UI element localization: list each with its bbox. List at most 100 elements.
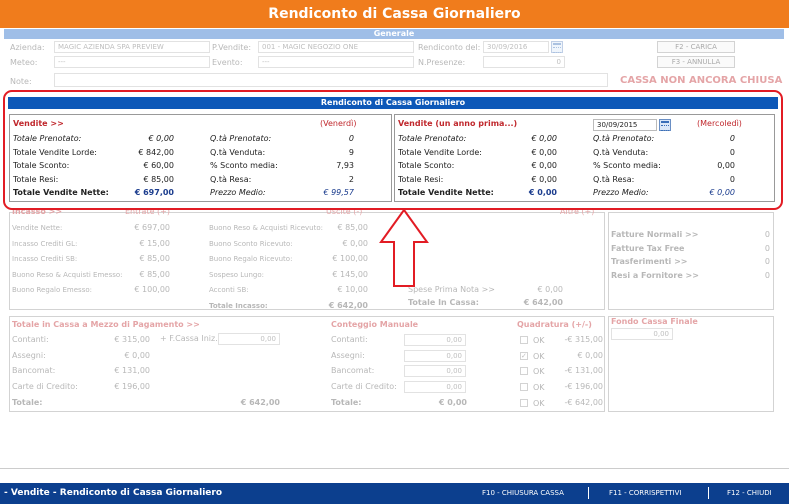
ok-checkbox[interactable] — [520, 399, 528, 407]
payment-label: Bancomat: — [12, 366, 56, 375]
document-count: 0 — [764, 243, 770, 253]
rendiconto-date-input[interactable]: 30/09/2016 — [483, 41, 549, 53]
cassa-status: CASSA NON ANCORA CHIUSA — [620, 75, 783, 86]
fondo-input[interactable]: 0,00 — [611, 328, 673, 340]
document-link[interactable]: Fatture Tax Free — [611, 243, 684, 255]
incasso-label: Totale Incasso: — [209, 301, 268, 310]
sales-row-label: Totale Vendite Nette: — [13, 188, 109, 197]
sales-row-label2: % Sconto media: — [210, 161, 278, 170]
payment-value: € 315,00 — [114, 335, 150, 344]
payment-label: Contanti: — [12, 335, 49, 344]
diff-value: -€ 131,00 — [564, 366, 603, 375]
fcassa-input[interactable]: 0,00 — [218, 333, 280, 345]
document-link[interactable]: Resi a Fornitore >> — [611, 270, 699, 282]
ok-label: OK — [533, 336, 545, 345]
sales-row-label: Totale Sconto: — [398, 161, 455, 170]
ok-checkbox[interactable] — [520, 382, 528, 391]
incasso-value: € 145,00 — [332, 269, 368, 279]
sales-row-value: € 0,00 — [531, 147, 557, 157]
sales-row-value2: 2 — [348, 174, 354, 184]
altre-header: Altre (+) — [560, 207, 595, 216]
sales-row-value: € 842,00 — [138, 147, 174, 157]
vendite-title[interactable]: Vendite >> — [13, 118, 64, 130]
up-arrow-icon — [379, 208, 429, 287]
carica-button[interactable]: F2 - CARICA — [657, 41, 735, 53]
sales-row-label2: % Sconto media: — [593, 161, 661, 170]
pvendite-label: P.Vendite: — [212, 43, 252, 52]
incasso-label: Buono Regalo Emesso: — [12, 286, 92, 294]
prev-date-input[interactable]: 30/09/2015 — [593, 119, 657, 131]
incasso-label: Incasso Crediti SB: — [12, 255, 78, 263]
sales-row-value: € 0,00 — [531, 161, 557, 170]
sales-row-value: € 85,00 — [143, 174, 174, 184]
manual-label: Assegni: — [331, 350, 365, 360]
calendar-icon[interactable] — [551, 41, 563, 53]
payment-label: Assegni: — [12, 350, 46, 360]
annulla-button[interactable]: F3 - ANNULLA — [657, 56, 735, 68]
ok-checkbox[interactable] — [520, 367, 528, 375]
manual-label: Carte di Credito: — [331, 381, 397, 391]
evento-select[interactable]: --- — [258, 56, 414, 68]
ok-label: OK — [533, 351, 545, 361]
azienda-select[interactable]: MAGIC AZIENDA SPA PREVIEW — [54, 41, 210, 53]
incasso-label: Acconti SB: — [209, 286, 249, 294]
ok-label: OK — [533, 399, 545, 408]
incasso-value: € 642,00 — [328, 300, 368, 310]
quadratura-header: Quadratura (+/-) — [517, 320, 592, 329]
evento-label: Evento: — [212, 58, 243, 67]
sales-row-value: € 0,00 — [531, 134, 557, 143]
incasso-value: € 697,00 — [134, 223, 170, 232]
document-link[interactable]: Fatture Normali >> — [611, 229, 698, 241]
sales-row-label2: Q.tà Resa: — [593, 174, 635, 184]
npresenze-input[interactable]: 0 — [483, 56, 565, 68]
incasso-value: € 100,00 — [332, 254, 368, 263]
manual-input[interactable]: 0,00 — [404, 365, 466, 377]
sales-row-value2: 0,00 — [717, 161, 735, 170]
incasso-value: € 10,00 — [337, 285, 368, 294]
meteo-select[interactable]: --- — [54, 56, 210, 68]
incasso-value: € 85,00 — [337, 223, 368, 232]
incasso-value: € 100,00 — [134, 285, 170, 294]
sales-row-value2: 9 — [348, 147, 354, 157]
pvendite-select[interactable]: 001 - MAGIC NEGOZIO ONE — [258, 41, 414, 53]
chiudi-button[interactable]: F12 - CHIUDI — [727, 489, 772, 497]
ok-checkbox[interactable] — [520, 336, 528, 344]
incasso-value: € 0,00 — [342, 238, 368, 248]
azienda-label: Azienda: — [10, 43, 45, 52]
meteo-label: Meteo: — [10, 58, 38, 67]
diff-value: -€ 315,00 — [564, 335, 603, 344]
manual-input[interactable]: 0,00 — [404, 349, 466, 362]
page-title: Rendiconto di Cassa Giornaliero — [0, 0, 789, 28]
bottom-bar: - Vendite - Rendiconto di Cassa Giornali… — [0, 483, 789, 504]
diff-value: € 0,00 — [577, 350, 603, 360]
sales-row-label: Totale Prenotato: — [398, 134, 467, 143]
payment-value: € 0,00 — [124, 350, 150, 360]
note-label: Note: — [10, 77, 32, 86]
manual-input[interactable]: 0,00 — [404, 334, 466, 346]
payment-value: € 131,00 — [114, 366, 150, 375]
fcassa-label: + F.Cassa Iniz.: — [160, 334, 221, 343]
vendite-prev-title[interactable]: Vendite (un anno prima...) — [398, 118, 517, 130]
totale-cassa-header: Totale in Cassa a Mezzo di Pagamento >> — [12, 320, 200, 329]
sales-row-label2: Q.tà Resa: — [210, 174, 252, 184]
note-input[interactable] — [54, 73, 608, 87]
incasso-label: Vendite Nette: — [12, 224, 63, 232]
chiusura-cassa-button[interactable]: F10 - CHIUSURA CASSA — [482, 489, 564, 497]
document-count: 0 — [764, 257, 770, 266]
ok-checkbox[interactable]: ✓ — [520, 351, 528, 360]
manual-input[interactable]: 0,00 — [404, 380, 466, 393]
calendar-icon[interactable] — [659, 119, 671, 131]
sales-row-value2: 0 — [348, 134, 354, 143]
ok-label: OK — [533, 382, 545, 392]
vendite-prev-day: (Mercoledì) — [697, 119, 742, 128]
manual-label: Contanti: — [331, 335, 368, 344]
incasso-value: € 85,00 — [139, 254, 170, 263]
incasso-label: Incasso Crediti GL: — [12, 239, 78, 248]
document-link[interactable]: Trasferimenti >> — [611, 256, 688, 268]
vendite-panel: Vendite >> (Venerdì) Totale Prenotato: € … — [9, 114, 392, 202]
corrispettivi-button[interactable]: F11 - CORRISPETTIVI — [609, 489, 682, 497]
incasso-value: € 85,00 — [139, 269, 170, 279]
npresenze-label: N.Presenze: — [418, 58, 466, 67]
rendiconto-label: Rendiconto del: — [418, 43, 481, 52]
rendiconto-header: Rendiconto di Cassa Giornaliero — [8, 97, 778, 109]
